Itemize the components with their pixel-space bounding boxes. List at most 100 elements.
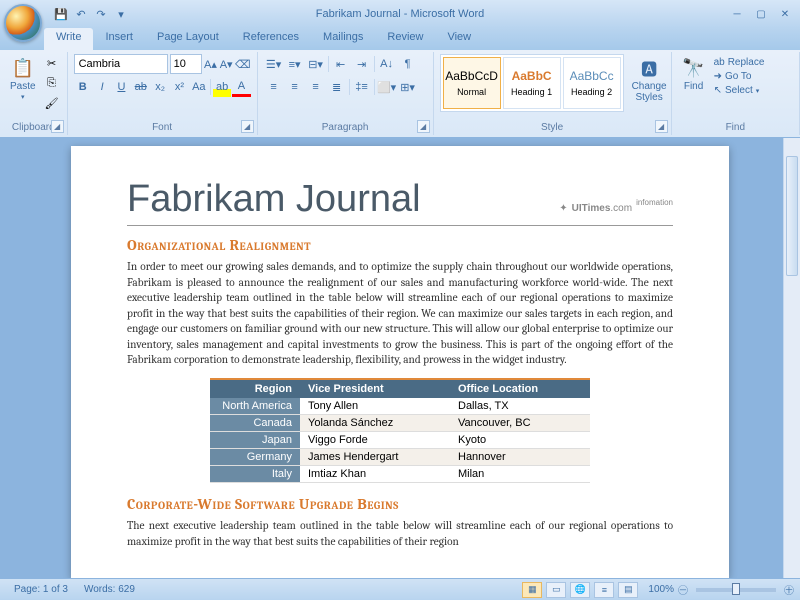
group-label-paragraph: Paragraph [258,122,433,133]
table-row: ItalyImtiaz KhanMilan [210,466,590,483]
close-button[interactable]: ✕ [774,6,796,22]
style-heading2[interactable]: AaBbCc Heading 2 [563,57,621,109]
outline-view[interactable]: ≡ [594,582,614,598]
change-styles-icon: 🅰 [637,56,661,80]
replace-icon: ab [714,57,725,68]
print-layout-view[interactable]: ▦ [522,582,542,598]
goto-button[interactable]: ➜Go To [714,70,765,83]
change-case-button[interactable]: Aa [190,77,208,97]
shrink-font-icon[interactable]: A▾ [219,54,233,74]
superscript-button[interactable]: x² [170,77,188,97]
font-dialog-launcher[interactable]: ◢ [241,120,254,133]
style-dialog-launcher[interactable]: ◢ [655,120,668,133]
binoculars-icon: 🔭 [682,56,706,80]
style-heading1[interactable]: AaBbC Heading 1 [503,57,561,109]
align-right-button[interactable]: ≡ [306,77,326,97]
font-name-combo[interactable] [74,54,168,74]
chevron-down-icon: ▾ [21,93,25,101]
group-font: A▴ A▾ ⌫ B I U ab x₂ x² Aa ab A Font ◢ [68,52,258,135]
paragraph-2: The next executive leadership team outli… [127,518,673,549]
decrease-indent-button[interactable]: ⇤ [331,54,351,74]
tab-mailings[interactable]: Mailings [311,28,375,50]
numbering-button[interactable]: ≡▾ [285,54,305,74]
cut-icon[interactable]: ✂ [43,54,61,72]
page-indicator[interactable]: Page: 1 of 3 [6,584,76,595]
table-row: JapanViggo FordeKyoto [210,432,590,449]
multilevel-list-button[interactable]: ⊟▾ [306,54,326,74]
sort-button[interactable]: A↓ [377,54,397,74]
table-header: Office Location [450,379,590,398]
bullets-button[interactable]: ☰▾ [264,54,284,74]
undo-icon[interactable]: ↶ [72,5,90,23]
grow-font-icon[interactable]: A▴ [204,54,218,74]
clear-formatting-icon[interactable]: ⌫ [235,54,251,74]
quick-access-toolbar: 💾 ↶ ↷ ▾ [52,5,130,23]
heading-1: Organizational Realignment [127,236,673,254]
zoom-slider[interactable] [696,588,776,592]
zoom-out-button[interactable]: ㊀ [678,582,688,597]
highlight-button[interactable]: ab [213,77,231,97]
group-clipboard: 📋 Paste ▾ ✂ ⎘ 🖌 Clipboard ◢ [0,52,68,135]
strikethrough-button[interactable]: ab [132,77,150,97]
font-size-combo[interactable] [170,54,202,74]
group-find: 🔭 Find abReplace ➜Go To ↖Select▾ Find [672,52,800,135]
table-row: CanadaYolanda SánchezVancouver, BC [210,415,590,432]
cursor-icon: ↖ [714,85,722,96]
minimize-button[interactable]: ─ [726,6,748,22]
select-button[interactable]: ↖Select▾ [714,84,765,97]
table-header: Region [210,379,300,398]
italic-button[interactable]: I [93,77,111,97]
style-normal[interactable]: AaBbCcD Normal [443,57,501,109]
data-table: RegionVice PresidentOffice Location Nort… [210,378,590,483]
format-painter-icon[interactable]: 🖌 [43,94,61,112]
copy-icon[interactable]: ⎘ [43,74,61,92]
tab-review[interactable]: Review [375,28,435,50]
paste-button[interactable]: 📋 Paste ▾ [6,54,40,112]
justify-button[interactable]: ≣ [327,77,347,97]
maximize-button[interactable]: ▢ [750,6,772,22]
tab-write[interactable]: Write [44,28,93,50]
qat-dropdown-icon[interactable]: ▾ [112,5,130,23]
full-screen-view[interactable]: ▭ [546,582,566,598]
heading-2: Corporate-Wide Software Upgrade Begins [127,495,673,513]
web-layout-view[interactable]: 🌐 [570,582,590,598]
subscript-button[interactable]: x₂ [151,77,169,97]
window-title: Fabrikam Journal - Microsoft Word [316,8,485,20]
table-row: North AmericaTony AllenDallas, TX [210,398,590,415]
tab-references[interactable]: References [231,28,311,50]
tab-view[interactable]: View [435,28,483,50]
change-styles-button[interactable]: 🅰 Change Styles [628,54,671,105]
draft-view[interactable]: ▤ [618,582,638,598]
font-color-button[interactable]: A [232,77,250,97]
shading-button[interactable]: ⬜▾ [377,77,397,97]
tab-insert[interactable]: Insert [93,28,145,50]
zoom-in-button[interactable]: ㊉ [784,582,794,597]
vertical-scrollbar[interactable] [783,138,800,578]
office-button[interactable] [4,4,42,42]
underline-button[interactable]: U [112,77,130,97]
align-center-button[interactable]: ≡ [285,77,305,97]
scrollbar-thumb[interactable] [786,156,798,276]
statusbar: Page: 1 of 3 Words: 629 ▦ ▭ 🌐 ≡ ▤ 100% ㊀… [0,578,800,600]
bold-button[interactable]: B [74,77,92,97]
line-spacing-button[interactable]: ‡≡ [352,77,372,97]
save-icon[interactable]: 💾 [52,5,70,23]
logo-icon: ✦ [559,203,567,214]
redo-icon[interactable]: ↷ [92,5,110,23]
replace-button[interactable]: abReplace [714,56,765,69]
tab-page-layout[interactable]: Page Layout [145,28,231,50]
find-button[interactable]: 🔭 Find [678,54,710,97]
titlebar: 💾 ↶ ↷ ▾ Fabrikam Journal - Microsoft Wor… [0,0,800,28]
group-paragraph: ☰▾ ≡▾ ⊟▾ ⇤ ⇥ A↓ ¶ ≡ ≡ ≡ ≣ ‡≡ ⬜▾ ⊞▾ Parag… [258,52,434,135]
zoom-level[interactable]: 100% [648,584,674,595]
show-marks-button[interactable]: ¶ [398,54,418,74]
document-page[interactable]: Fabrikam Journal ✦ UITimes.com infomatio… [71,146,729,578]
borders-button[interactable]: ⊞▾ [398,77,418,97]
clipboard-dialog-launcher[interactable]: ◢ [51,120,64,133]
increase-indent-button[interactable]: ⇥ [352,54,372,74]
zoom-slider-thumb[interactable] [732,583,740,595]
paragraph-dialog-launcher[interactable]: ◢ [417,120,430,133]
word-count[interactable]: Words: 629 [76,584,143,595]
align-left-button[interactable]: ≡ [264,77,284,97]
paragraph-1: In order to meet our growing sales deman… [127,259,673,368]
